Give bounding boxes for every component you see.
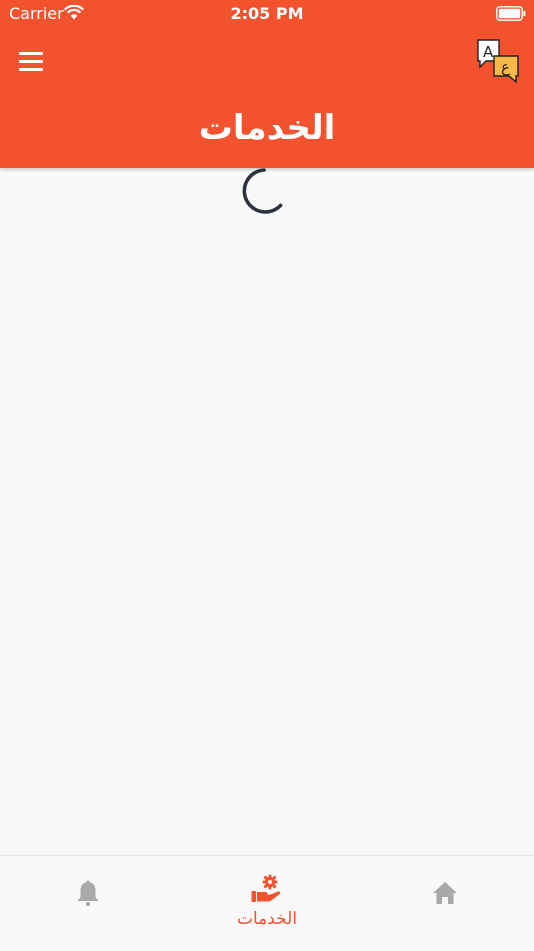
tab-label-services: الخدمات — [236, 909, 298, 929]
tab-services[interactable]: الخدمات — [178, 856, 356, 951]
home-icon — [433, 882, 457, 904]
spinner-icon — [242, 168, 283, 214]
bottom-tab-bar: الخدمات — [0, 855, 534, 951]
tab-home[interactable] — [356, 856, 534, 951]
battery-icon — [496, 6, 526, 21]
bell-icon — [77, 880, 99, 906]
language-letter-arabic: ع — [501, 58, 510, 76]
status-time: 2:05 PM — [230, 4, 304, 23]
page-title: الخدمات — [198, 108, 336, 148]
tab-notifications[interactable] — [0, 856, 178, 951]
app-header: Carrier 2:05 PM A ع الخدمات — [0, 0, 534, 168]
language-letter-latin: A — [483, 43, 494, 61]
hand-gear-icon — [251, 874, 281, 902]
hamburger-menu-icon[interactable] — [19, 52, 43, 72]
status-bar: Carrier 2:05 PM — [0, 0, 534, 28]
language-switch-icon[interactable]: A ع — [476, 38, 520, 84]
